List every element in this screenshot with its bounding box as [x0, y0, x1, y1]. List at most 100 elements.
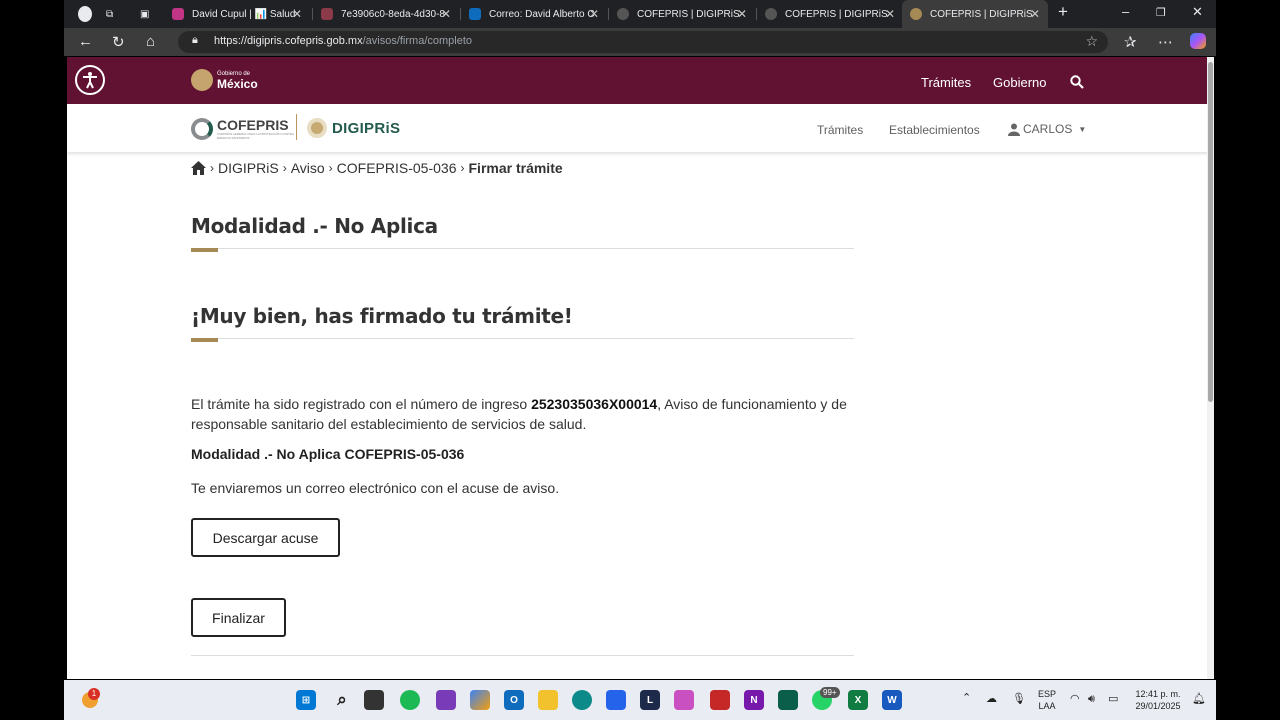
chevron-up-icon[interactable]: ⌃ [962, 692, 971, 704]
refresh-icon[interactable]: ↻ [112, 33, 125, 51]
close-icon[interactable]: ✕ [441, 7, 451, 21]
gob-nav-tramites[interactable]: Trámites [921, 75, 971, 90]
notifications-icon[interactable]: 🔔︎ [1192, 693, 1206, 705]
tab-title: David Cupul | 📊 Salud [192, 8, 296, 20]
breadcrumb-separator: › [282, 161, 287, 175]
app-l-icon[interactable]: L [640, 690, 660, 710]
back-icon[interactable]: ← [78, 33, 93, 50]
file-explorer-icon[interactable] [538, 690, 558, 710]
outlook-icon[interactable]: O [504, 690, 524, 710]
registration-number: 2523035036X00014 [531, 396, 658, 412]
gob-mexico-logo[interactable]: Gobierno de México [191, 69, 258, 91]
close-icon[interactable]: ✕ [885, 7, 895, 21]
close-icon[interactable]: ✕ [292, 7, 302, 21]
cofepris-name: COFEPRIS [217, 117, 289, 133]
notification-badge: 1 [88, 688, 100, 700]
site-icon [765, 8, 777, 20]
word-icon[interactable]: W [882, 690, 902, 710]
tab-3[interactable]: Correo: David Alberto C ✕ [461, 0, 607, 28]
close-icon[interactable]: ✕ [737, 7, 747, 21]
microphone-icon[interactable]: 🎙︎ [1012, 693, 1026, 705]
home-icon[interactable]: ⌂ [146, 33, 155, 50]
finish-button[interactable]: Finalizar [191, 598, 286, 637]
user-icon [1008, 123, 1020, 136]
language-indicator[interactable]: ESP LAA [1038, 688, 1056, 712]
digipris-logo[interactable]: DIGIPRiS [307, 118, 400, 138]
screen: ⧉ ▣ David Cupul | 📊 Salud ✕ 7e3906c0-8ed… [0, 0, 1280, 720]
keyboard-layout: LAA [1038, 701, 1056, 711]
tab-actions-icon[interactable]: ▣ [132, 0, 154, 28]
spotify-icon[interactable] [400, 690, 420, 710]
teams-icon[interactable] [436, 690, 456, 710]
tab-title: COFEPRIS | DIGIPRiS [785, 8, 888, 20]
breadcrumb-digipris[interactable]: DIGIPRiS [218, 160, 279, 176]
tab-2[interactable]: 7e3906c0-8eda-4d30-8 ✕ [313, 0, 459, 28]
home-icon[interactable] [191, 161, 206, 175]
nav-tramites[interactable]: Trámites [817, 123, 863, 137]
clock[interactable]: 12:41 p. m. 29/01/2025 [1132, 688, 1184, 712]
site-icon [617, 8, 629, 20]
onenote-icon[interactable]: N [744, 690, 764, 710]
cofepris-logo[interactable]: COFEPRIS COMISIÓN FEDERAL PARA LA PROTEC… [191, 118, 299, 140]
copilot-icon[interactable] [470, 690, 490, 710]
battery-icon[interactable]: ▭ [1108, 693, 1118, 705]
restore-button[interactable]: ❐ [1156, 6, 1166, 19]
tab-title: Correo: David Alberto C [489, 8, 595, 20]
browser-toolbar: ← ↻ ⌂ 🔒︎ https://digipris.cofepris.gob.m… [64, 28, 1216, 56]
more-icon[interactable]: ⋯ [1158, 33, 1173, 51]
gob-nav-gobierno[interactable]: Gobierno [993, 75, 1046, 90]
nav-establecimientos[interactable]: Establecimientos [889, 123, 980, 137]
address-bar[interactable]: 🔒︎ https://digipris.cofepris.gob.mx/avis… [178, 31, 1108, 53]
chevron-down-icon: ▼ [1078, 124, 1087, 134]
taskbar: 1 ⊞ ⌕ O L N 99+ X W ⌃ ☁ 🎙︎ ESP LAA ◠ 🔊︎ … [64, 680, 1216, 720]
new-tab-button[interactable]: + [1058, 2, 1068, 22]
breadcrumb-aviso[interactable]: Aviso [291, 160, 325, 176]
tab-5[interactable]: COFEPRIS | DIGIPRiS ✕ [757, 0, 903, 28]
task-view-icon[interactable] [364, 690, 384, 710]
tab-1[interactable]: David Cupul | 📊 Salud ✕ [164, 0, 310, 28]
app-icon[interactable] [778, 690, 798, 710]
cofepris-mark-icon [191, 118, 213, 140]
search-icon[interactable] [1070, 75, 1084, 94]
close-icon[interactable]: ✕ [1030, 7, 1040, 21]
download-receipt-button[interactable]: Descargar acuse [191, 518, 340, 557]
email-notice: Te enviaremos un correo electrónico con … [191, 480, 560, 496]
cloud-icon[interactable]: ☁ [986, 693, 997, 705]
search-icon[interactable]: ⌕ [332, 690, 352, 710]
tab-6-active[interactable]: COFEPRIS | DIGIPRiS ✕ [902, 0, 1048, 28]
modality-title: Modalidad .- No Aplica [191, 214, 438, 238]
user-menu[interactable]: CARLOS ▼ [1008, 122, 1086, 136]
user-name: CARLOS [1023, 122, 1073, 136]
breadcrumb-separator: › [210, 161, 214, 175]
clock-date: 29/01/2025 [1135, 701, 1181, 711]
workspaces-icon[interactable]: ⧉ [98, 0, 120, 28]
seal-icon [191, 69, 213, 91]
accessibility-icon[interactable] [75, 65, 105, 95]
minimize-button[interactable]: – [1122, 4, 1129, 19]
close-icon[interactable]: ✕ [589, 7, 599, 21]
scrollbar-thumb[interactable] [1208, 62, 1213, 402]
volume-icon[interactable]: 🔊︎ [1088, 693, 1095, 705]
breadcrumb-tramite[interactable]: COFEPRIS-05-036 [337, 160, 457, 176]
favorites-icon[interactable]: ✰ [1124, 33, 1137, 51]
url-text: https://digipris.cofepris.gob.mx/avisos/… [214, 35, 472, 47]
star-icon[interactable]: ☆ [1085, 33, 1098, 50]
wifi-icon[interactable]: ◠ [1070, 693, 1080, 705]
tab-4[interactable]: COFEPRIS | DIGIPRiS ✕ [609, 0, 755, 28]
cofepris-subtitle: COMISIÓN FEDERAL PARA LA PROTECCIÓN CONT… [217, 132, 294, 140]
accent-bar [191, 248, 218, 252]
profile-icon[interactable] [70, 0, 92, 28]
success-title: ¡Muy bien, has firmado tu trámite! [191, 304, 573, 328]
edge-icon[interactable] [572, 690, 592, 710]
copilot-app-icon[interactable] [674, 690, 694, 710]
tab-title: COFEPRIS | DIGIPRiS [637, 8, 740, 20]
start-icon[interactable]: ⊞ [296, 690, 316, 710]
success-heading-block: ¡Muy bien, has firmado tu trámite! [191, 304, 854, 342]
breadcrumb-current: Firmar trámite [468, 160, 563, 176]
close-window-button[interactable]: ✕ [1192, 4, 1203, 20]
logo-divider [296, 114, 297, 140]
store-icon[interactable] [606, 690, 626, 710]
excel-icon[interactable]: X [848, 690, 868, 710]
copilot-icon[interactable] [1190, 33, 1206, 49]
acrobat-icon[interactable] [710, 690, 730, 710]
